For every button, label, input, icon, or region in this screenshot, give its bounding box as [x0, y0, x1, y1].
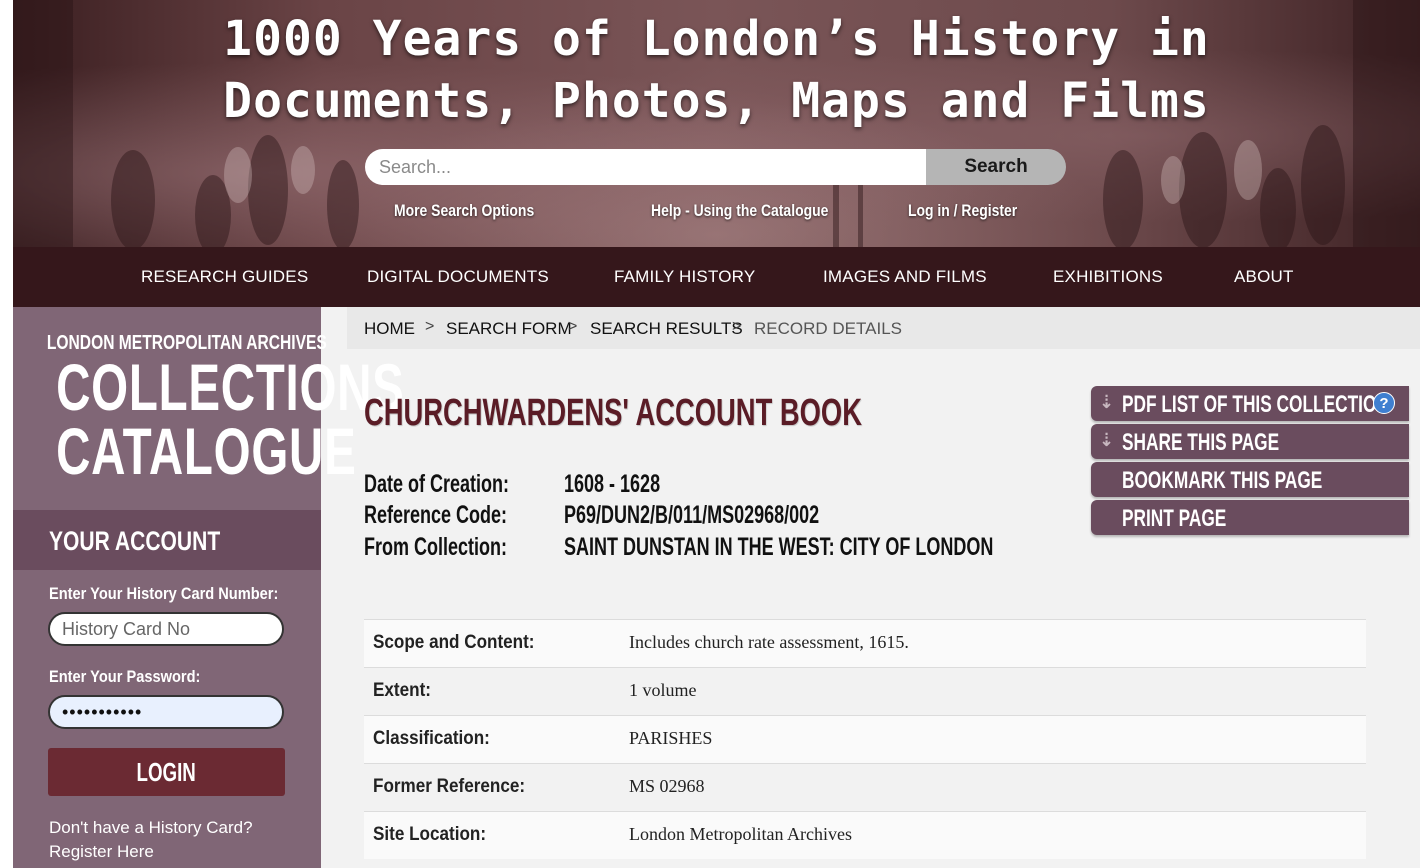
- help-catalogue-link[interactable]: Help - Using the Catalogue: [651, 201, 828, 221]
- from-collection-label: From Collection:: [364, 533, 507, 561]
- nav-images-and-films[interactable]: IMAGES AND FILMS: [823, 267, 987, 287]
- nav-research-guides[interactable]: RESEARCH GUIDES: [141, 267, 308, 287]
- breadcrumb-separator: >: [425, 318, 435, 335]
- login-button-label: LOGIN: [136, 756, 197, 787]
- nav-about[interactable]: ABOUT: [1234, 267, 1294, 287]
- reference-code-label: Reference Code:: [364, 501, 508, 529]
- main-nav: RESEARCH GUIDES DIGITAL DOCUMENTS FAMILY…: [13, 247, 1420, 307]
- breadcrumb-record-details: RECORD DETAILS: [754, 319, 902, 338]
- search-input[interactable]: [365, 149, 929, 185]
- table-row: Classification: PARISHES: [364, 715, 1366, 763]
- login-button[interactable]: LOGIN: [48, 748, 285, 796]
- breadcrumb-home[interactable]: HOME: [364, 319, 415, 339]
- table-row: Extent: 1 volume: [364, 667, 1366, 715]
- brand-line-collections: COLLECTIONS: [56, 350, 405, 424]
- table-row: Site Location: London Metropolitan Archi…: [364, 811, 1366, 859]
- breadcrumb-separator: >: [732, 318, 742, 335]
- brand-line-catalogue: CATALOGUE: [56, 414, 357, 488]
- search-bar: Search: [365, 149, 1066, 185]
- no-history-card-link[interactable]: Don't have a History Card?: [49, 816, 253, 840]
- login-register-link[interactable]: Log in / Register: [908, 201, 1017, 221]
- help-icon[interactable]: ?: [1373, 392, 1395, 414]
- account-header: YOUR ACCOUNT: [13, 510, 321, 570]
- breadcrumb-search-form[interactable]: SEARCH FORM: [446, 319, 572, 339]
- bookmark-page-button[interactable]: BOOKMARK THIS PAGE: [1091, 462, 1409, 497]
- former-reference-label: Former Reference:: [373, 776, 526, 797]
- history-card-input[interactable]: [48, 612, 284, 646]
- site-location-label: Site Location:: [373, 824, 487, 845]
- pdf-list-button[interactable]: ⇣ PDF LIST OF THIS COLLECTION ?: [1091, 386, 1409, 421]
- pdf-list-label: PDF LIST OF THIS COLLECTION: [1122, 391, 1389, 418]
- print-page-button[interactable]: PRINT PAGE: [1091, 500, 1409, 535]
- date-of-creation-label: Date of Creation:: [364, 470, 510, 498]
- breadcrumb-separator: >: [568, 318, 578, 335]
- from-collection-value: SAINT DUNSTAN IN THE WEST: CITY OF LONDO…: [564, 533, 994, 561]
- record-title: CHURCHWARDENS' ACCOUNT BOOK: [364, 392, 862, 434]
- register-here-link[interactable]: Register Here: [49, 840, 253, 864]
- header-links: More Search Options Help - Using the Cat…: [13, 201, 1420, 227]
- header-banner: 1000 Years of London’s History in Docume…: [13, 0, 1420, 247]
- header-title-line1: 1000 Years of London’s History in: [223, 11, 1210, 67]
- breadcrumb: HOME > SEARCH FORM > SEARCH RESULTS > RE…: [347, 307, 1420, 349]
- print-page-label: PRINT PAGE: [1122, 505, 1227, 532]
- register-note: Don't have a History Card? Register Here: [49, 816, 253, 864]
- classification-value: PARISHES: [629, 728, 713, 748]
- breadcrumb-search-results[interactable]: SEARCH RESULTS: [590, 319, 743, 339]
- scope-content-value: Includes church rate assessment, 1615.: [629, 632, 909, 652]
- account-title: YOUR ACCOUNT: [49, 526, 221, 556]
- classification-label: Classification:: [373, 728, 490, 749]
- password-label: Enter Your Password:: [49, 667, 201, 686]
- bookmark-page-label: BOOKMARK THIS PAGE: [1122, 467, 1323, 494]
- share-page-label: SHARE THIS PAGE: [1122, 429, 1280, 456]
- site-location-value: London Metropolitan Archives: [629, 824, 852, 844]
- share-page-button[interactable]: ⇣ SHARE THIS PAGE: [1091, 424, 1409, 459]
- page: 1000 Years of London’s History in Docume…: [13, 0, 1420, 868]
- more-search-options-link[interactable]: More Search Options: [394, 201, 534, 221]
- arrow-down-icon: ⇣: [1099, 392, 1115, 412]
- arrow-down-icon: ⇣: [1099, 430, 1115, 450]
- extent-value: 1 volume: [629, 680, 697, 700]
- password-input[interactable]: [48, 695, 284, 729]
- brand-catalogue-logo: COLLECTIONS CATALOGUE: [56, 350, 405, 488]
- former-reference-value: MS 02968: [629, 776, 705, 796]
- nav-exhibitions[interactable]: EXHIBITIONS: [1053, 267, 1163, 287]
- nav-digital-documents[interactable]: DIGITAL DOCUMENTS: [367, 267, 549, 287]
- scope-content-label: Scope and Content:: [373, 632, 535, 653]
- nav-family-history[interactable]: FAMILY HISTORY: [614, 267, 755, 287]
- date-of-creation-value: 1608 - 1628: [564, 470, 661, 498]
- header-title: 1000 Years of London’s History in Docume…: [13, 8, 1420, 132]
- table-row: Former Reference: MS 02968: [364, 763, 1366, 811]
- header-title-line2: Documents, Photos, Maps and Films: [223, 73, 1210, 129]
- search-button[interactable]: Search: [926, 149, 1066, 185]
- history-card-label: Enter Your History Card Number:: [49, 584, 279, 603]
- extent-label: Extent:: [373, 680, 431, 701]
- table-row: Scope and Content: Includes church rate …: [364, 619, 1366, 667]
- sidebar: LONDON METROPOLITAN ARCHIVES COLLECTIONS…: [13, 307, 405, 868]
- reference-code-value: P69/DUN2/B/011/MS02968/002: [564, 501, 820, 529]
